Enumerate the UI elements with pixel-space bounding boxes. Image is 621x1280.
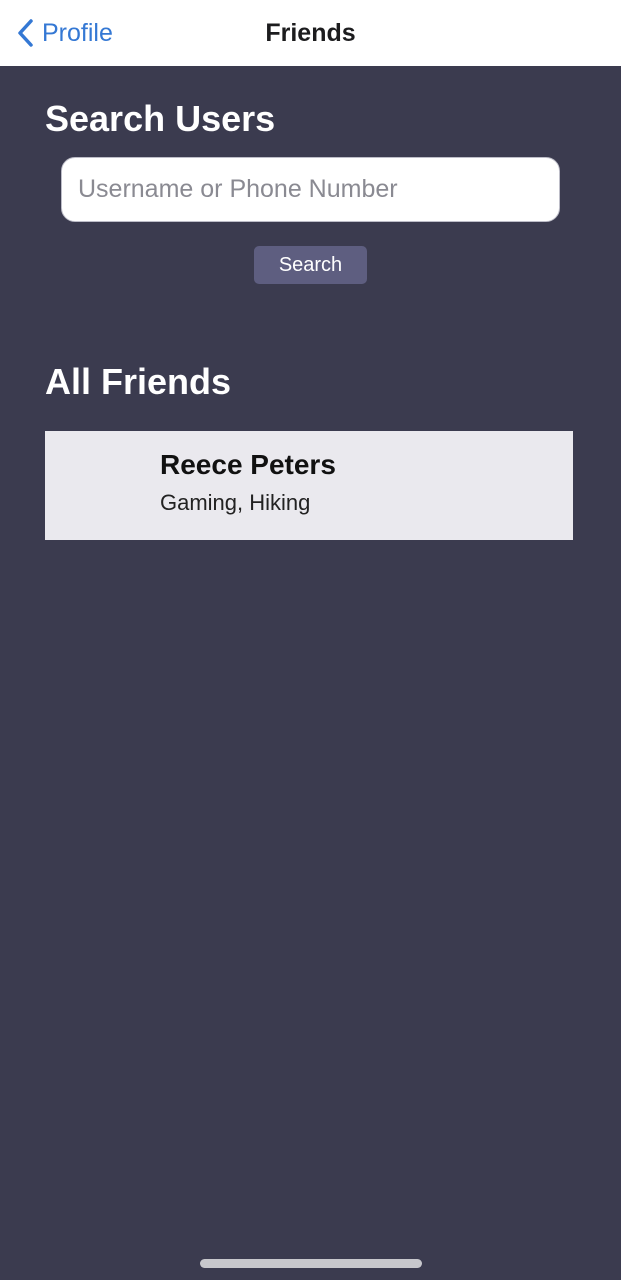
- home-indicator: [200, 1259, 422, 1268]
- back-button[interactable]: Profile: [16, 0, 113, 66]
- friend-interests: Gaming, Hiking: [160, 490, 311, 515]
- all-friends-heading: All Friends: [45, 361, 232, 402]
- navigation-bar: Profile Friends: [0, 0, 621, 66]
- friends-screen: Profile Friends Search Users Search All …: [0, 0, 621, 1280]
- friend-name: Reece Peters: [160, 449, 336, 480]
- friend-list-item[interactable]: Reece Peters Gaming, Hiking: [45, 431, 573, 540]
- search-button[interactable]: Search: [254, 246, 367, 284]
- search-users-heading: Search Users: [45, 98, 276, 139]
- chevron-left-icon: [16, 18, 34, 48]
- search-input[interactable]: [61, 157, 560, 222]
- avatar: [63, 448, 139, 524]
- back-button-label: Profile: [42, 18, 113, 47]
